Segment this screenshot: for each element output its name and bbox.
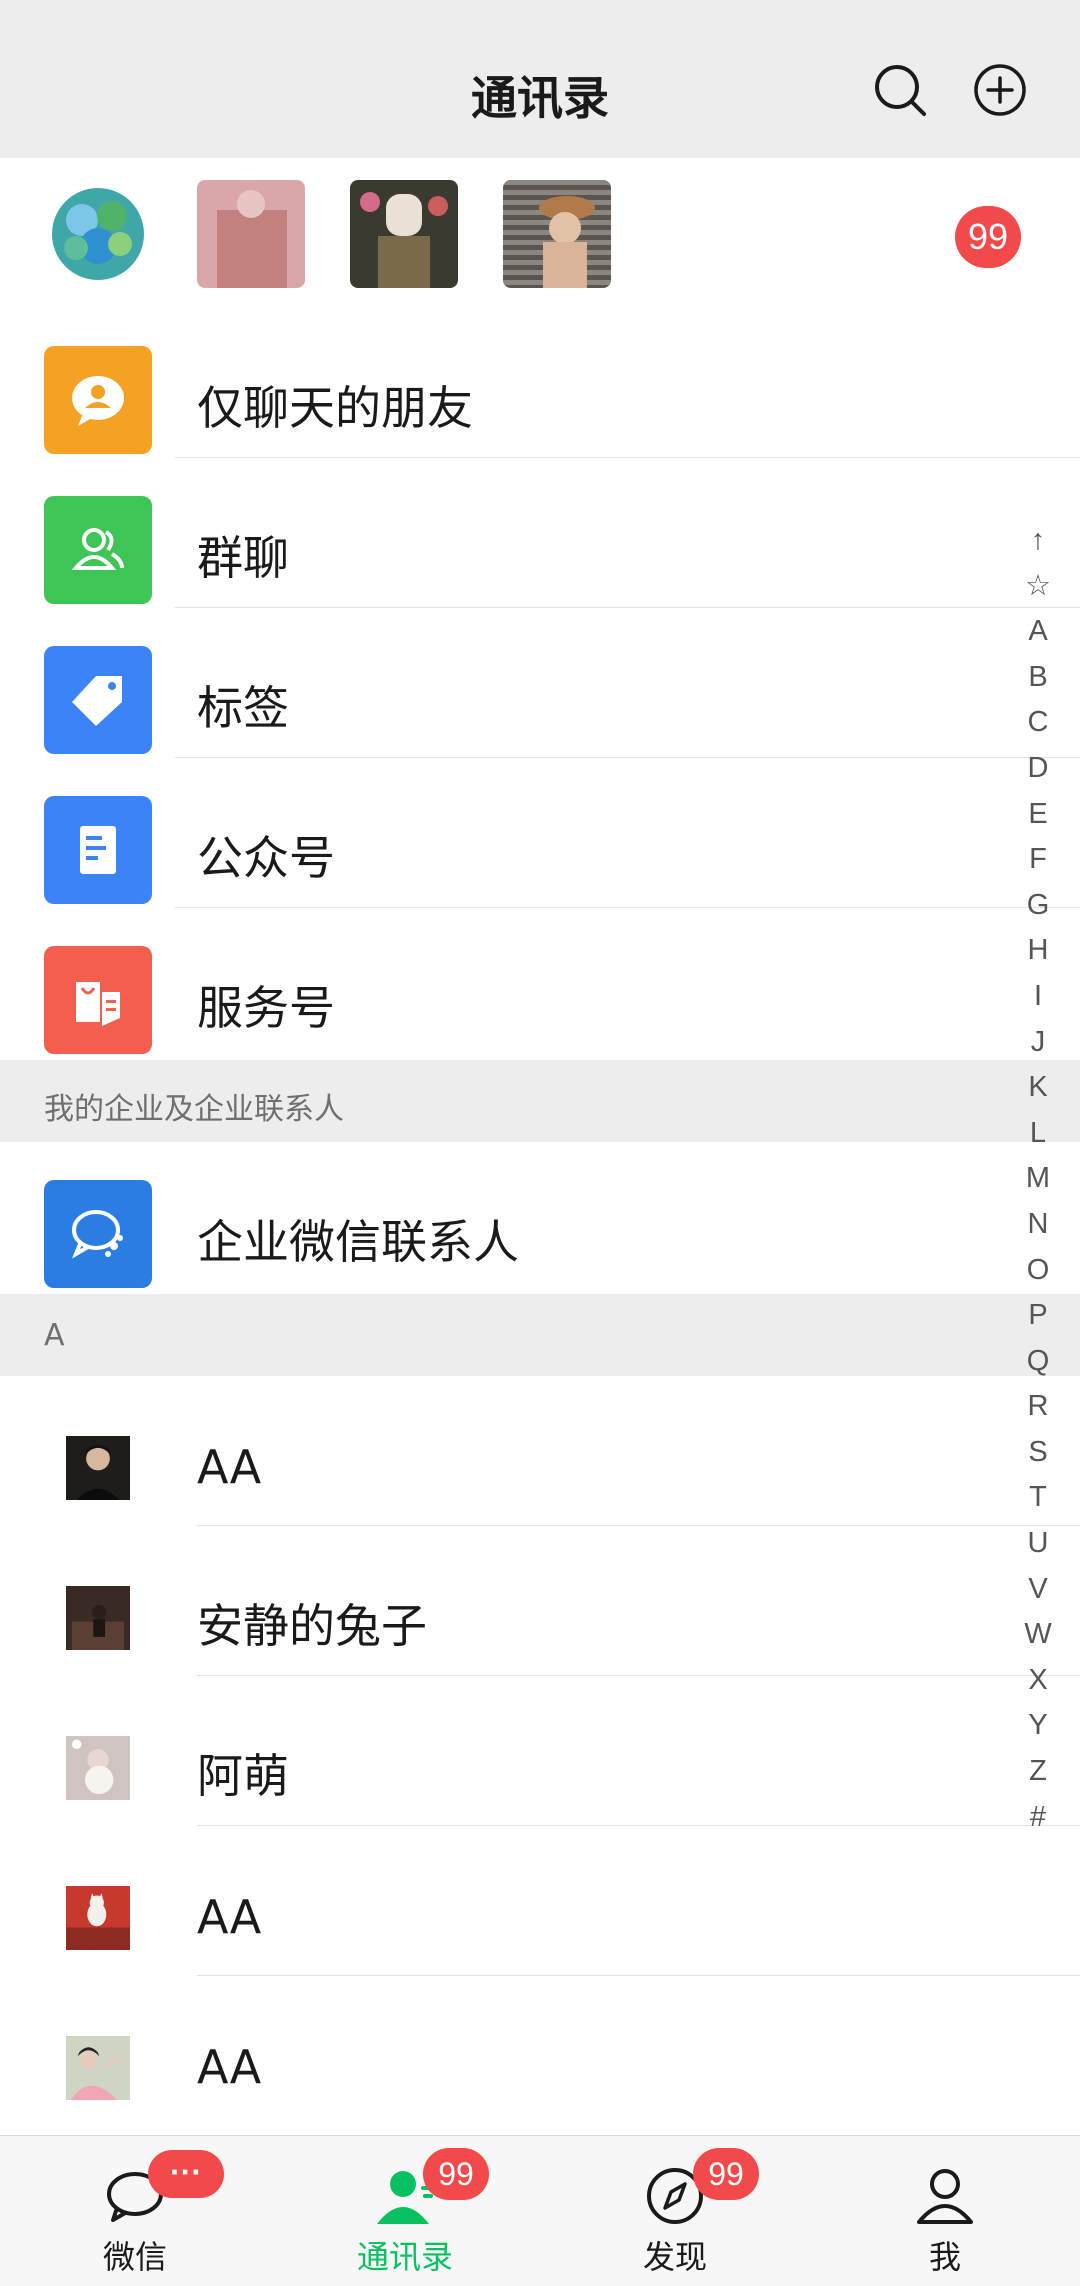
recent-contacts-row: 99 <box>0 158 1080 308</box>
contact-row[interactable]: AA <box>0 1376 1080 1526</box>
service-account-icon <box>44 946 152 1054</box>
section-letter: A <box>44 1318 65 1353</box>
menu-item-service-accounts[interactable]: 服务号 <box>0 908 1080 1058</box>
index-letter[interactable]: L <box>1010 1111 1066 1157</box>
index-letter[interactable]: N <box>1010 1202 1066 1248</box>
avatar <box>44 1564 152 1672</box>
avatar <box>44 1864 152 1972</box>
wecom-icon <box>44 1180 152 1288</box>
index-letter[interactable]: U <box>1010 1521 1066 1567</box>
index-letter[interactable]: I <box>1010 974 1066 1020</box>
avatar <box>44 1414 152 1522</box>
menu-item-label: 群聊 <box>197 531 289 585</box>
contact-row[interactable]: 安静的兔子 <box>0 1526 1080 1676</box>
section-title: 我的企业及企业联系人 <box>44 1092 344 1127</box>
menu-item-label: 仅聊天的朋友 <box>197 381 473 435</box>
index-letter[interactable]: K <box>1010 1065 1066 1111</box>
tab-chats[interactable]: ··· 微信 <box>0 2136 270 2286</box>
menu-item-official-accounts[interactable]: 公众号 <box>0 758 1080 908</box>
menu-item-group-chats[interactable]: 群聊 <box>0 458 1080 608</box>
alphabet-index[interactable]: ↑ ☆ A B C D E F G H I J K L M N O P Q R S T U V W X Y Z # <box>1010 518 1066 1840</box>
menu-item-chat-only-friends[interactable]: 仅聊天的朋友 <box>0 308 1080 458</box>
index-letter[interactable]: C <box>1010 700 1066 746</box>
avatar <box>44 2014 152 2122</box>
index-letter[interactable]: G <box>1010 883 1066 929</box>
menu-item-tags[interactable]: 标签 <box>0 608 1080 758</box>
index-letter[interactable]: T <box>1010 1475 1066 1521</box>
plus-circle-icon <box>974 64 1026 116</box>
index-letter[interactable]: H <box>1010 928 1066 974</box>
index-letter[interactable]: R <box>1010 1384 1066 1430</box>
discover-badge: 99 <box>693 2148 759 2200</box>
bottom-tab-bar: ··· 微信 99 通讯录 99 发现 我 <box>0 2135 1080 2286</box>
contact-name: AA <box>197 1890 262 1944</box>
person-icon <box>913 2164 977 2228</box>
index-letter[interactable]: # <box>1010 1795 1066 1841</box>
menu-item-label: 标签 <box>197 681 289 735</box>
recent-avatar[interactable] <box>44 180 152 288</box>
index-letter[interactable]: S <box>1010 1430 1066 1476</box>
contacts-list: 99 仅聊天的朋友 群聊 标签 公众号 服务号 我的企业及企业联系人 企业微信联… <box>0 158 1080 2135</box>
index-letter[interactable]: O <box>1010 1248 1066 1294</box>
add-button[interactable] <box>970 60 1030 120</box>
index-letter[interactable]: ↑ <box>1010 518 1066 564</box>
avatar <box>44 1714 152 1822</box>
tab-me[interactable]: 我 <box>810 2136 1080 2286</box>
index-letter[interactable]: P <box>1010 1293 1066 1339</box>
contact-name: 阿萌 <box>197 1749 289 1803</box>
section-header-enterprise: 我的企业及企业联系人 <box>0 1060 1080 1142</box>
tab-discover[interactable]: 99 发现 <box>540 2136 810 2286</box>
section-header-letter: A <box>0 1294 1080 1376</box>
index-letter[interactable]: J <box>1010 1020 1066 1066</box>
contact-row[interactable]: AA <box>0 1976 1080 2126</box>
tag-icon <box>44 646 152 754</box>
menu-item-label: 企业微信联系人 <box>197 1215 519 1269</box>
contact-name: 安静的兔子 <box>197 1599 427 1653</box>
index-letter[interactable]: V <box>1010 1567 1066 1613</box>
index-letter[interactable]: A <box>1010 609 1066 655</box>
top-bar: 通讯录 <box>0 0 1080 158</box>
contacts-badge: 99 <box>423 2148 489 2200</box>
menu-item-label: 服务号 <box>197 981 335 1035</box>
tab-label: 通讯录 <box>356 2238 453 2276</box>
index-letter[interactable]: W <box>1010 1612 1066 1658</box>
index-letter[interactable]: E <box>1010 792 1066 838</box>
search-button[interactable] <box>870 60 930 120</box>
index-letter[interactable]: X <box>1010 1658 1066 1704</box>
recent-unread-badge: 99 <box>955 206 1021 268</box>
menu-item-wecom-contacts[interactable]: 企业微信联系人 <box>0 1142 1080 1292</box>
index-letter[interactable]: Z <box>1010 1749 1066 1795</box>
recent-avatar[interactable] <box>197 180 305 288</box>
tab-label: 我 <box>928 2238 961 2276</box>
index-letter[interactable]: D <box>1010 746 1066 792</box>
official-account-icon <box>44 796 152 904</box>
chats-unread-badge: ··· <box>148 2150 224 2198</box>
index-letter[interactable]: F <box>1010 837 1066 883</box>
index-letter[interactable]: Q <box>1010 1339 1066 1385</box>
tab-label: 发现 <box>642 2238 707 2276</box>
index-letter[interactable]: M <box>1010 1156 1066 1202</box>
contact-row[interactable]: 阿萌 <box>0 1676 1080 1826</box>
contact-name: AA <box>197 2040 262 2094</box>
menu-item-label: 公众号 <box>197 831 335 885</box>
group-chat-icon <box>44 496 152 604</box>
chat-only-friend-icon <box>44 346 152 454</box>
recent-avatar[interactable] <box>350 180 458 288</box>
search-icon <box>875 65 926 116</box>
contact-row[interactable]: AA <box>0 1826 1080 1976</box>
tab-label: 微信 <box>102 2238 167 2276</box>
index-letter[interactable]: B <box>1010 655 1066 701</box>
index-letter[interactable]: ☆ <box>1010 564 1066 610</box>
tab-contacts[interactable]: 99 通讯录 <box>270 2136 540 2286</box>
recent-avatar[interactable] <box>503 180 611 288</box>
index-letter[interactable]: Y <box>1010 1703 1066 1749</box>
contact-name: AA <box>197 1440 262 1494</box>
